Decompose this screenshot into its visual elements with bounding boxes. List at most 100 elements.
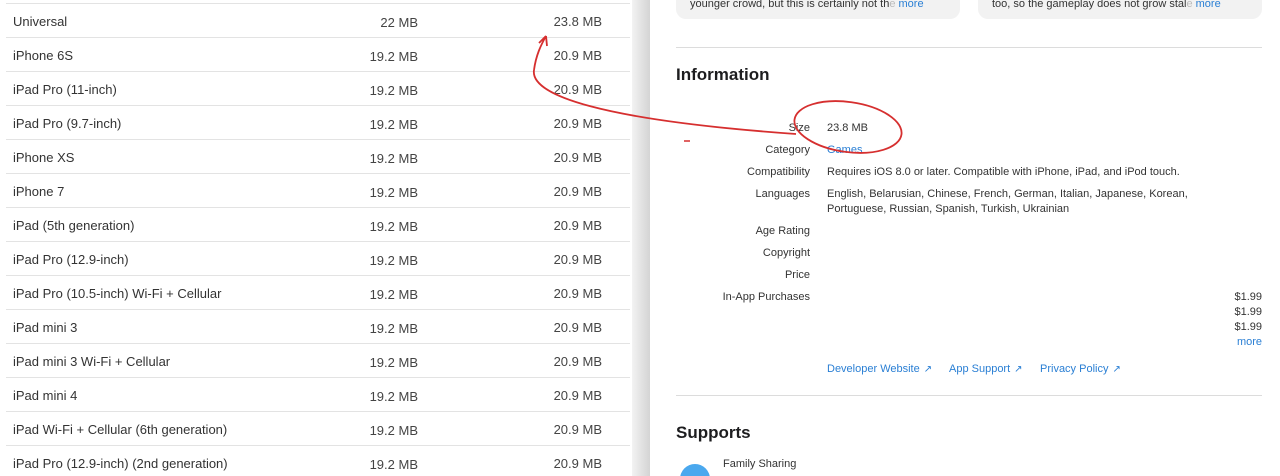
table-row: iPhone 6S 19.2 MB 20.9 MB — [6, 38, 630, 72]
age-rating-label: Age Rating — [755, 225, 810, 237]
download-size: 19.2 MB — [369, 423, 418, 438]
download-size: 19.2 MB — [369, 151, 418, 166]
review-more-link[interactable]: more — [899, 0, 924, 10]
download-size: 22 MB — [380, 15, 418, 30]
size-value: 23.8 MB — [827, 122, 868, 134]
external-link-icon: ↗ — [1112, 364, 1121, 375]
table-row: iPad Wi-Fi + Cellular (6th generation) 19… — [6, 412, 630, 446]
languages-value-line2: Portuguese, Russian, Spanish, Turkish, U… — [827, 203, 1070, 215]
device-name: Universal — [13, 14, 68, 29]
developer-website-link[interactable]: Developer Website ↗ — [827, 363, 932, 375]
privacy-policy-label: Privacy Policy — [1040, 363, 1109, 375]
table-row: Universal 22 MB 23.8 MB — [6, 4, 630, 38]
app-support-link[interactable]: App Support ↗ — [949, 363, 1023, 375]
installed-size: 20.9 MB — [553, 286, 602, 301]
device-name: iPad mini 3 — [13, 320, 78, 335]
section-divider — [676, 395, 1262, 396]
table-row: iPad mini 3 Wi-Fi + Cellular 19.2 MB 20.9 … — [6, 344, 630, 378]
table-row: iPad (5th generation) 19.2 MB 20.9 MB — [6, 208, 630, 242]
installed-size: 20.9 MB — [553, 422, 602, 437]
download-size: 19.2 MB — [369, 457, 418, 472]
external-link-icon: ↗ — [923, 364, 933, 375]
installed-size: 20.9 MB — [553, 48, 602, 63]
device-name: iPad Pro (10.5-inch) Wi-Fi + Cellular — [13, 286, 222, 301]
table-rows: Universal 22 MB 23.8 MB iPhone 6S 19.2 MB 20.… — [6, 4, 630, 476]
review-text: younger crowd, but this is certainly not… — [690, 0, 890, 10]
review-text: too, so the gameplay does not grow stal — [992, 0, 1187, 10]
download-size: 19.2 MB — [369, 287, 418, 302]
device-name: iPad Pro (12.9-inch) — [13, 252, 129, 267]
device-name: iPad (5th generation) — [13, 218, 135, 233]
iap-price: $1.99 — [1234, 291, 1262, 303]
device-name: iPad Pro (11-inch) — [13, 82, 117, 97]
app-details-panel: younger crowd, but this is certainly not… — [650, 0, 1280, 476]
external-link-icon: ↗ — [1014, 364, 1023, 375]
copyright-label: Copyright — [762, 247, 810, 259]
table-row: iPad mini 3 19.2 MB 20.9 MB — [6, 310, 630, 344]
supports-heading: Supports — [676, 423, 751, 442]
device-name: iPad Pro (12.9-inch) (2nd generation) — [13, 456, 228, 471]
table-row: iPad Pro (12.9-inch) (2nd generation) 19.… — [6, 446, 630, 476]
installed-size: 20.9 MB — [553, 184, 602, 199]
device-name: iPad mini 3 Wi-Fi + Cellular — [13, 354, 171, 369]
privacy-policy-link[interactable]: Privacy Policy ↗ — [1040, 363, 1121, 375]
installed-size: 20.9 MB — [553, 150, 602, 165]
device-size-table: Universal 22 MB 23.8 MB iPhone 6S 19.2 MB 20.… — [0, 0, 632, 476]
installed-size: 20.9 MB — [553, 218, 602, 233]
family-sharing-icon — [680, 464, 710, 476]
family-sharing-label: Family Sharing — [723, 458, 797, 470]
developer-website-label: Developer Website — [827, 363, 920, 375]
installed-size: 20.9 MB — [553, 82, 602, 97]
device-name: iPhone XS — [13, 150, 75, 165]
device-name: iPad Wi-Fi + Cellular (6th generation) — [13, 422, 228, 437]
device-name: iPad Pro (9.7-inch) — [13, 116, 122, 131]
download-size: 19.2 MB — [369, 185, 418, 200]
category-label: Category — [765, 144, 810, 156]
download-size: 19.2 MB — [369, 389, 418, 404]
review-card-1[interactable]: younger crowd, but this is certainly not… — [676, 0, 960, 19]
iap-price: $1.99 — [1234, 306, 1262, 318]
review-more-link[interactable]: more — [1196, 0, 1221, 10]
installed-size: 20.9 MB — [553, 354, 602, 369]
download-size: 19.2 MB — [369, 355, 418, 370]
section-divider — [676, 47, 1262, 48]
in-app-purchases-label: In-App Purchases — [722, 291, 810, 303]
iap-more-link[interactable]: more — [1237, 336, 1262, 348]
review-card-2[interactable]: too, so the gameplay does not grow stale… — [978, 0, 1262, 19]
installed-size: 20.9 MB — [553, 116, 602, 131]
download-size: 19.2 MB — [369, 49, 418, 64]
price-label: Price — [784, 269, 810, 281]
installed-size: 20.9 MB — [553, 456, 602, 471]
category-link[interactable]: Games — [827, 144, 862, 156]
device-name: iPad mini 4 — [13, 388, 78, 403]
size-label: Size — [788, 122, 810, 134]
table-row: iPhone 7 19.2 MB 20.9 MB — [6, 174, 630, 208]
panel-divider — [632, 0, 650, 476]
installed-size: 23.8 MB — [553, 14, 602, 29]
app-support-label: App Support — [949, 363, 1011, 375]
compatibility-value: Requires iOS 8.0 or later. Compatible wi… — [827, 166, 1180, 178]
download-size: 19.2 MB — [369, 219, 418, 234]
table-row: iPad mini 4 19.2 MB 20.9 MB — [6, 378, 630, 412]
languages-value-line1: English, Belarusian, Chinese, French, Ge… — [827, 188, 1188, 200]
installed-size: 20.9 MB — [553, 320, 602, 335]
download-size: 19.2 MB — [369, 253, 418, 268]
installed-size: 20.9 MB — [553, 252, 602, 267]
table-row: iPhone XS 19.2 MB 20.9 MB — [6, 140, 630, 174]
device-name: iPhone 6S — [13, 48, 73, 63]
table-row: iPad Pro (12.9-inch) 19.2 MB 20.9 MB — [6, 242, 630, 276]
device-name: iPhone 7 — [13, 184, 65, 199]
download-size: 19.2 MB — [369, 83, 418, 98]
compatibility-label: Compatibility — [747, 166, 810, 178]
table-row: iPad Pro (11-inch) 19.2 MB 20.9 MB — [6, 72, 630, 106]
table-row: iPad Pro (9.7-inch) 19.2 MB 20.9 MB — [6, 106, 630, 140]
iap-price: $1.99 — [1234, 321, 1262, 333]
review-text-fade: e — [889, 0, 896, 10]
download-size: 19.2 MB — [369, 321, 418, 336]
download-size: 19.2 MB — [369, 117, 418, 132]
review-text-fade: e — [1186, 0, 1193, 10]
information-heading: Information — [676, 65, 770, 84]
languages-label: Languages — [755, 188, 810, 200]
installed-size: 20.9 MB — [553, 388, 602, 403]
table-row: iPad Pro (10.5-inch) Wi-Fi + Cellular 19.… — [6, 276, 630, 310]
